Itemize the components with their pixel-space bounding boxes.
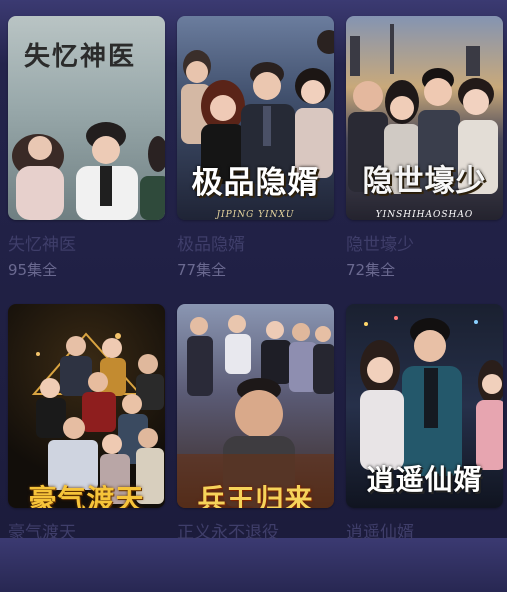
drama-card[interactable]: 逍遥仙婿 逍遥仙婿 [346,304,503,592]
episode-count: 95集全 [8,261,58,279]
drama-poster[interactable]: 失忆神医 [8,16,165,220]
drama-card[interactable]: 隐世壕少 YINSHIHAOSHAO 隐世壕少 72集全 [346,16,503,304]
drama-poster[interactable]: 极品隐婿 JIPING YINXU [177,16,334,220]
episode-count: 77集全 [177,261,227,279]
poster-art-title: 豪气渡天 [28,483,145,508]
drama-grid: 失忆神医 失忆神医 95集全 极品隐婿 JIPING YINXU 极品隐婿 77… [8,16,503,592]
drama-title[interactable]: 豪气渡天 [8,522,165,544]
drama-poster[interactable]: 隐世壕少 YINSHIHAOSHAO [346,16,503,220]
poster-art-title: 极品隐婿 [191,165,320,201]
drama-title[interactable]: 逍遥仙婿 [346,522,503,544]
poster-art-title: 失忆神医 [24,42,137,72]
poster-art-title: 兵王归来 [197,483,314,508]
poster-art-title: 隐世壕少 [362,164,487,199]
drama-poster[interactable]: 兵王归来 [177,304,334,508]
episode-count: 72集全 [346,261,396,279]
drama-title[interactable]: 隐世壕少 [346,234,503,256]
drama-title[interactable]: 正义永不退役 [177,522,334,544]
drama-card[interactable]: 极品隐婿 JIPING YINXU 极品隐婿 77集全 [177,16,334,304]
drama-title[interactable]: 失忆神医 [8,234,165,256]
poster-art-subtitle: JIPING YINXU [216,210,295,220]
drama-card[interactable]: 兵王归来 正义永不退役 [177,304,334,592]
drama-title[interactable]: 极品隐婿 [177,234,334,256]
drama-card[interactable]: 豪气渡天 豪气渡天 [8,304,165,592]
drama-card[interactable]: 失忆神医 失忆神医 95集全 [8,16,165,304]
poster-art-title: 逍遥仙婿 [366,463,483,496]
drama-poster[interactable]: 逍遥仙婿 [346,304,503,508]
drama-poster[interactable]: 豪气渡天 [8,304,165,508]
poster-art-subtitle: YINSHIHAOSHAO [375,210,474,220]
